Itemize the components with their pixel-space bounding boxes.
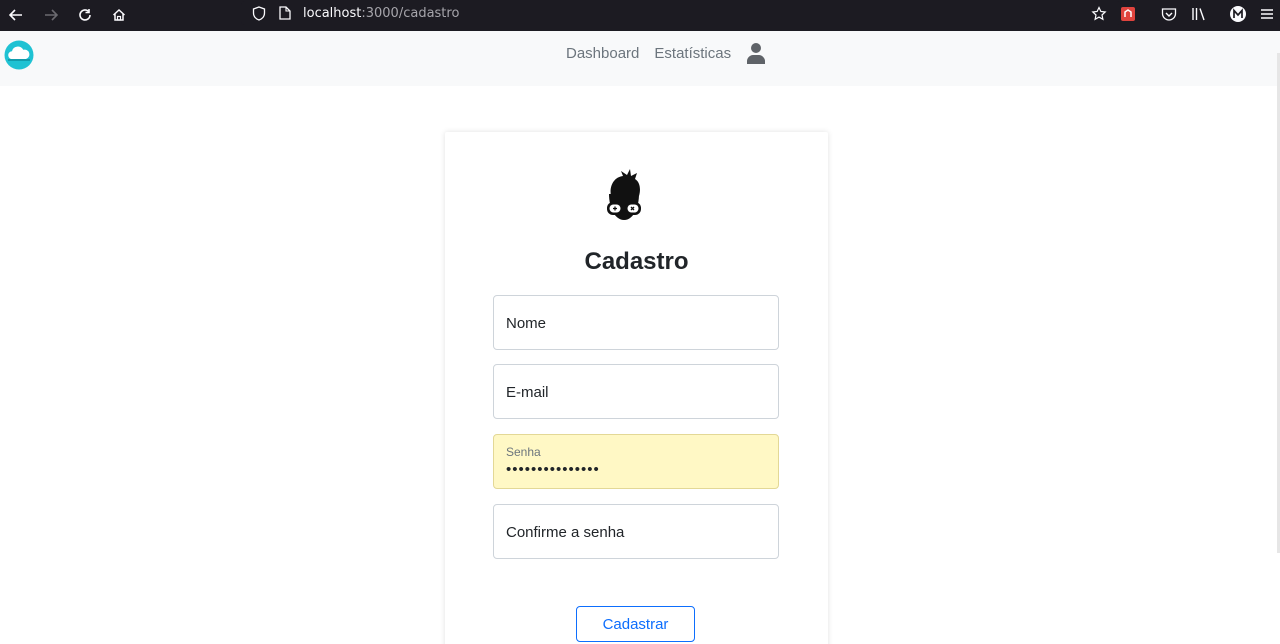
form-title: Cadastro — [584, 248, 689, 275]
library-icon[interactable] — [1188, 3, 1210, 25]
page-icon[interactable] — [277, 5, 293, 21]
confirm-password-placeholder: Confirme a senha — [506, 524, 625, 541]
password-field[interactable]: Senha ••••••••••••••• — [493, 434, 779, 489]
name-placeholder: Nome — [506, 315, 547, 332]
nav-link-dashboard[interactable]: Dashboard — [566, 45, 639, 62]
nav-link-estatisticas[interactable]: Estatísticas — [654, 45, 731, 62]
home-icon[interactable] — [108, 4, 130, 26]
account-avatar-icon[interactable] — [1227, 3, 1249, 25]
pocket-icon[interactable] — [1158, 3, 1180, 25]
reload-icon[interactable] — [74, 4, 96, 26]
password-value: ••••••••••••••• — [506, 461, 600, 478]
address-bar[interactable]: localhost:3000/cadastro — [241, 1, 1121, 25]
signup-card: Cadastro Nome E-mail Senha •••••••••••••… — [445, 132, 828, 644]
extension-icon[interactable] — [1117, 3, 1139, 25]
forward-icon[interactable] — [40, 4, 62, 26]
password-label: Senha — [506, 445, 541, 459]
email-placeholder: E-mail — [506, 384, 549, 401]
back-icon[interactable] — [5, 4, 27, 26]
email-field[interactable]: E-mail — [493, 364, 779, 419]
bookmark-star-icon[interactable] — [1088, 3, 1110, 25]
nav-links: Dashboard Estatísticas — [566, 42, 766, 64]
user-icon[interactable] — [746, 41, 766, 65]
confirm-password-field[interactable]: Confirme a senha — [493, 504, 779, 559]
url-text[interactable]: localhost:3000/cadastro — [303, 6, 459, 21]
app-navbar: Dashboard Estatísticas — [0, 31, 1280, 86]
menu-icon[interactable] — [1256, 3, 1278, 25]
name-field[interactable]: Nome — [493, 295, 779, 350]
cloud-logo-icon[interactable] — [4, 40, 34, 70]
shield-icon[interactable] — [251, 5, 267, 21]
gamer-avatar-icon — [607, 169, 641, 220]
submit-button[interactable]: Cadastrar — [576, 606, 695, 642]
browser-toolbar: localhost:3000/cadastro — [0, 0, 1280, 31]
